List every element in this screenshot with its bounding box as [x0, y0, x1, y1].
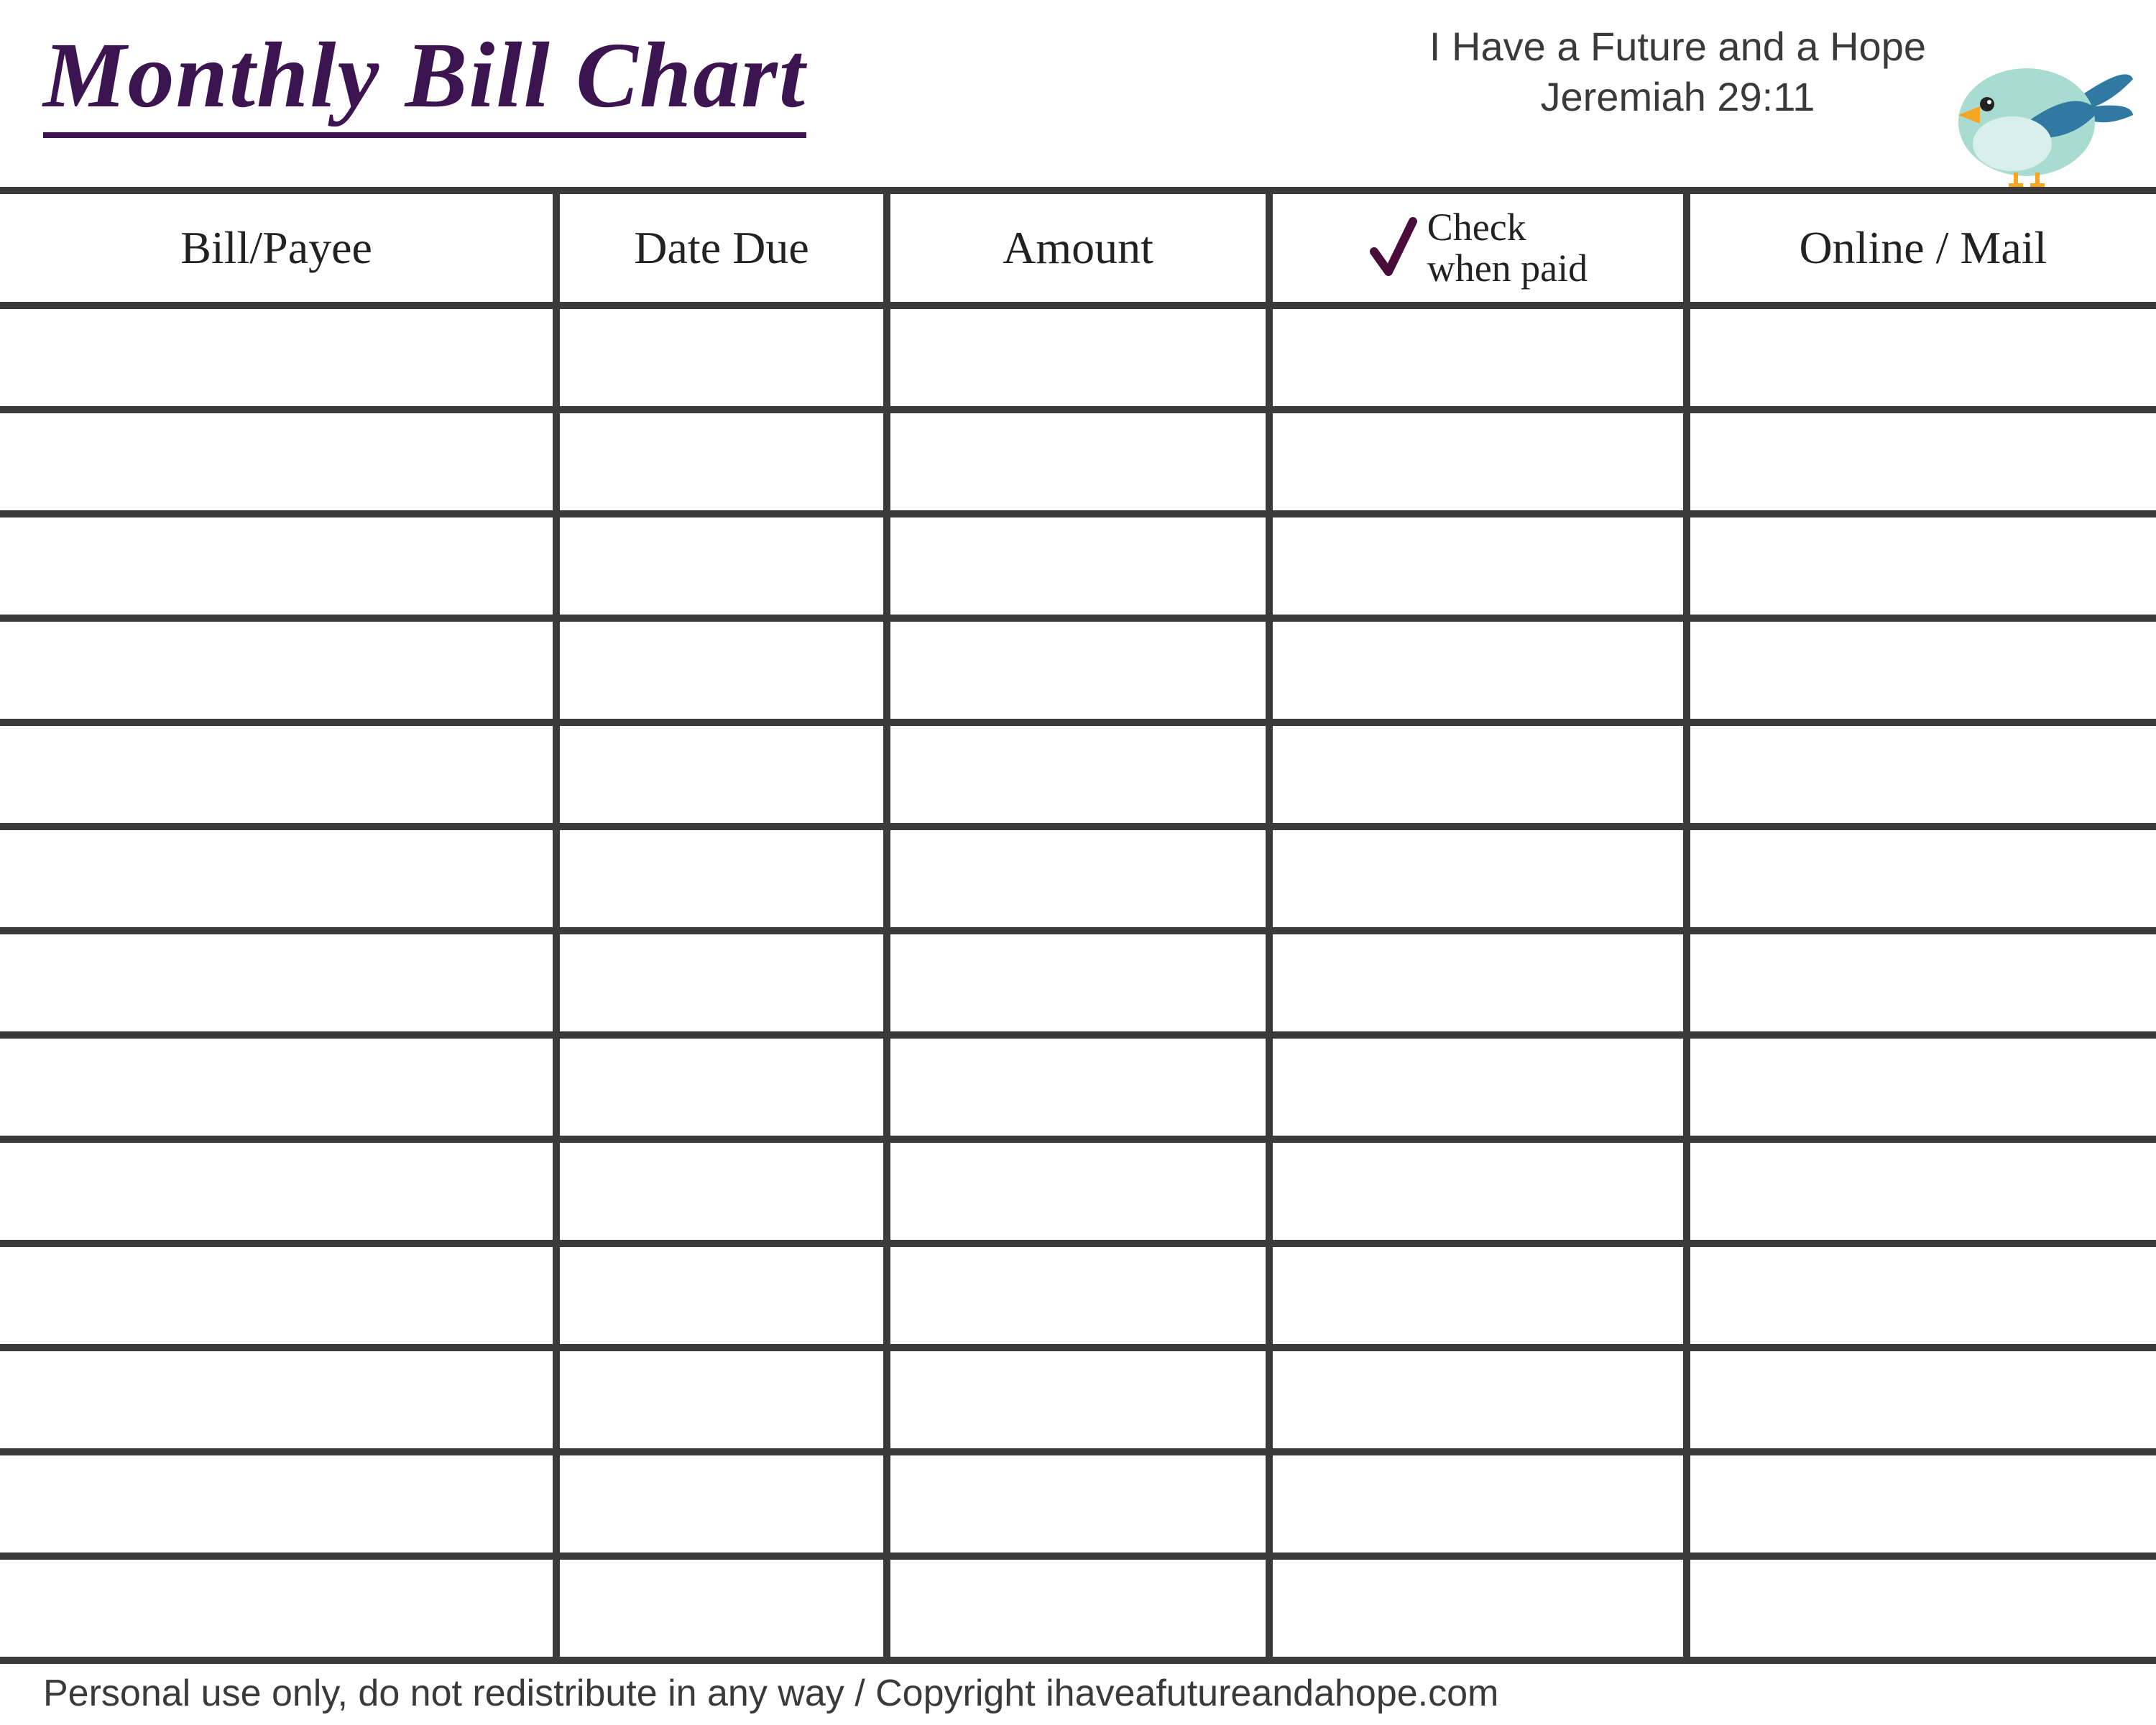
table-cell[interactable]: [0, 931, 556, 1035]
table-cell[interactable]: [1687, 618, 2156, 722]
table-cell[interactable]: [0, 305, 556, 410]
bill-table: Bill/Payee Date Due Amount Check: [0, 187, 2156, 1664]
table-cell[interactable]: [556, 305, 887, 410]
table-cell[interactable]: [887, 1243, 1269, 1348]
table-row: [0, 931, 2156, 1035]
table-cell[interactable]: [1687, 1243, 2156, 1348]
table-row: [0, 618, 2156, 722]
footer-text: Personal use only, do not redistribute i…: [43, 1672, 2113, 1715]
table-cell[interactable]: [1269, 305, 1687, 410]
col-check-line2: when paid: [1427, 247, 1588, 290]
table-cell[interactable]: [556, 1035, 887, 1139]
table-cell[interactable]: [1687, 722, 2156, 827]
table-cell[interactable]: [887, 410, 1269, 514]
table-row: [0, 514, 2156, 618]
table-cell[interactable]: [556, 722, 887, 827]
table-cell[interactable]: [1687, 1452, 2156, 1556]
table-cell[interactable]: [556, 410, 887, 514]
table-cell[interactable]: [887, 1556, 1269, 1660]
table-cell[interactable]: [887, 618, 1269, 722]
table-row: [0, 1556, 2156, 1660]
table-cell[interactable]: [0, 618, 556, 722]
table-cell[interactable]: [556, 514, 887, 618]
table-cell[interactable]: [556, 1348, 887, 1452]
table-cell[interactable]: [1269, 410, 1687, 514]
table-header-row: Bill/Payee Date Due Amount Check: [0, 190, 2156, 305]
col-online-mail: Online / Mail: [1687, 190, 2156, 305]
table-cell[interactable]: [556, 1243, 887, 1348]
col-check-line1: Check: [1427, 206, 1526, 249]
table-cell[interactable]: [1269, 722, 1687, 827]
table-cell[interactable]: [0, 1452, 556, 1556]
table-cell[interactable]: [1687, 931, 2156, 1035]
table-cell[interactable]: [1687, 1035, 2156, 1139]
table-cell[interactable]: [0, 722, 556, 827]
tagline-line1: I Have a Future and a Hope: [1429, 24, 1926, 69]
table-cell[interactable]: [0, 1556, 556, 1660]
table-cell[interactable]: [887, 514, 1269, 618]
table-cell[interactable]: [1269, 1139, 1687, 1243]
table-row: [0, 722, 2156, 827]
table-cell[interactable]: [556, 931, 887, 1035]
table-cell[interactable]: [1269, 1556, 1687, 1660]
table-cell[interactable]: [887, 1139, 1269, 1243]
table-cell[interactable]: [1269, 1243, 1687, 1348]
col-amount: Amount: [887, 190, 1269, 305]
page-title: Monthly Bill Chart: [43, 22, 806, 138]
bird-icon: [1948, 43, 2134, 187]
table-cell[interactable]: [556, 1556, 887, 1660]
table-cell[interactable]: [556, 827, 887, 931]
table-cell[interactable]: [1687, 1348, 2156, 1452]
table-row: [0, 1243, 2156, 1348]
table-row: [0, 1139, 2156, 1243]
table-cell[interactable]: [887, 1452, 1269, 1556]
table-cell[interactable]: [0, 1348, 556, 1452]
table-cell[interactable]: [1269, 931, 1687, 1035]
col-bill-payee: Bill/Payee: [0, 190, 556, 305]
table-cell[interactable]: [0, 514, 556, 618]
col-date-due: Date Due: [556, 190, 887, 305]
table-cell[interactable]: [1269, 1452, 1687, 1556]
table-row: [0, 1452, 2156, 1556]
col-check-when-paid: Check when paid: [1269, 190, 1687, 305]
bill-table-wrap: Bill/Payee Date Due Amount Check: [0, 187, 2156, 1664]
table-cell[interactable]: [887, 1035, 1269, 1139]
table-cell[interactable]: [887, 722, 1269, 827]
table-cell[interactable]: [1269, 514, 1687, 618]
table-cell[interactable]: [1269, 1348, 1687, 1452]
table-cell[interactable]: [1687, 1139, 2156, 1243]
table-body: [0, 305, 2156, 1660]
table-row: [0, 305, 2156, 410]
page: Monthly Bill Chart I Have a Future and a…: [0, 0, 2156, 1725]
table-cell[interactable]: [1687, 305, 2156, 410]
table-cell[interactable]: [1269, 1035, 1687, 1139]
table-cell[interactable]: [556, 1452, 887, 1556]
header: Monthly Bill Chart I Have a Future and a…: [0, 0, 2156, 187]
table-row: [0, 1035, 2156, 1139]
table-cell[interactable]: [1269, 618, 1687, 722]
table-cell[interactable]: [1269, 827, 1687, 931]
table-cell[interactable]: [1687, 1556, 2156, 1660]
tagline-verse: Jeremiah 29:11: [1429, 72, 1926, 122]
table-cell[interactable]: [887, 305, 1269, 410]
table-cell[interactable]: [0, 1243, 556, 1348]
table-cell[interactable]: [887, 1348, 1269, 1452]
table-cell[interactable]: [1687, 410, 2156, 514]
tagline: I Have a Future and a Hope Jeremiah 29:1…: [1429, 22, 1926, 122]
table-cell[interactable]: [556, 1139, 887, 1243]
table-cell[interactable]: [556, 618, 887, 722]
table-row: [0, 827, 2156, 931]
table-cell[interactable]: [0, 1139, 556, 1243]
table-cell[interactable]: [0, 827, 556, 931]
table-row: [0, 1348, 2156, 1452]
table-cell[interactable]: [887, 931, 1269, 1035]
table-cell[interactable]: [1687, 827, 2156, 931]
table-cell[interactable]: [0, 410, 556, 514]
checkmark-icon: [1368, 216, 1419, 280]
table-cell[interactable]: [0, 1035, 556, 1139]
table-cell[interactable]: [887, 827, 1269, 931]
table-row: [0, 410, 2156, 514]
table-cell[interactable]: [1687, 514, 2156, 618]
